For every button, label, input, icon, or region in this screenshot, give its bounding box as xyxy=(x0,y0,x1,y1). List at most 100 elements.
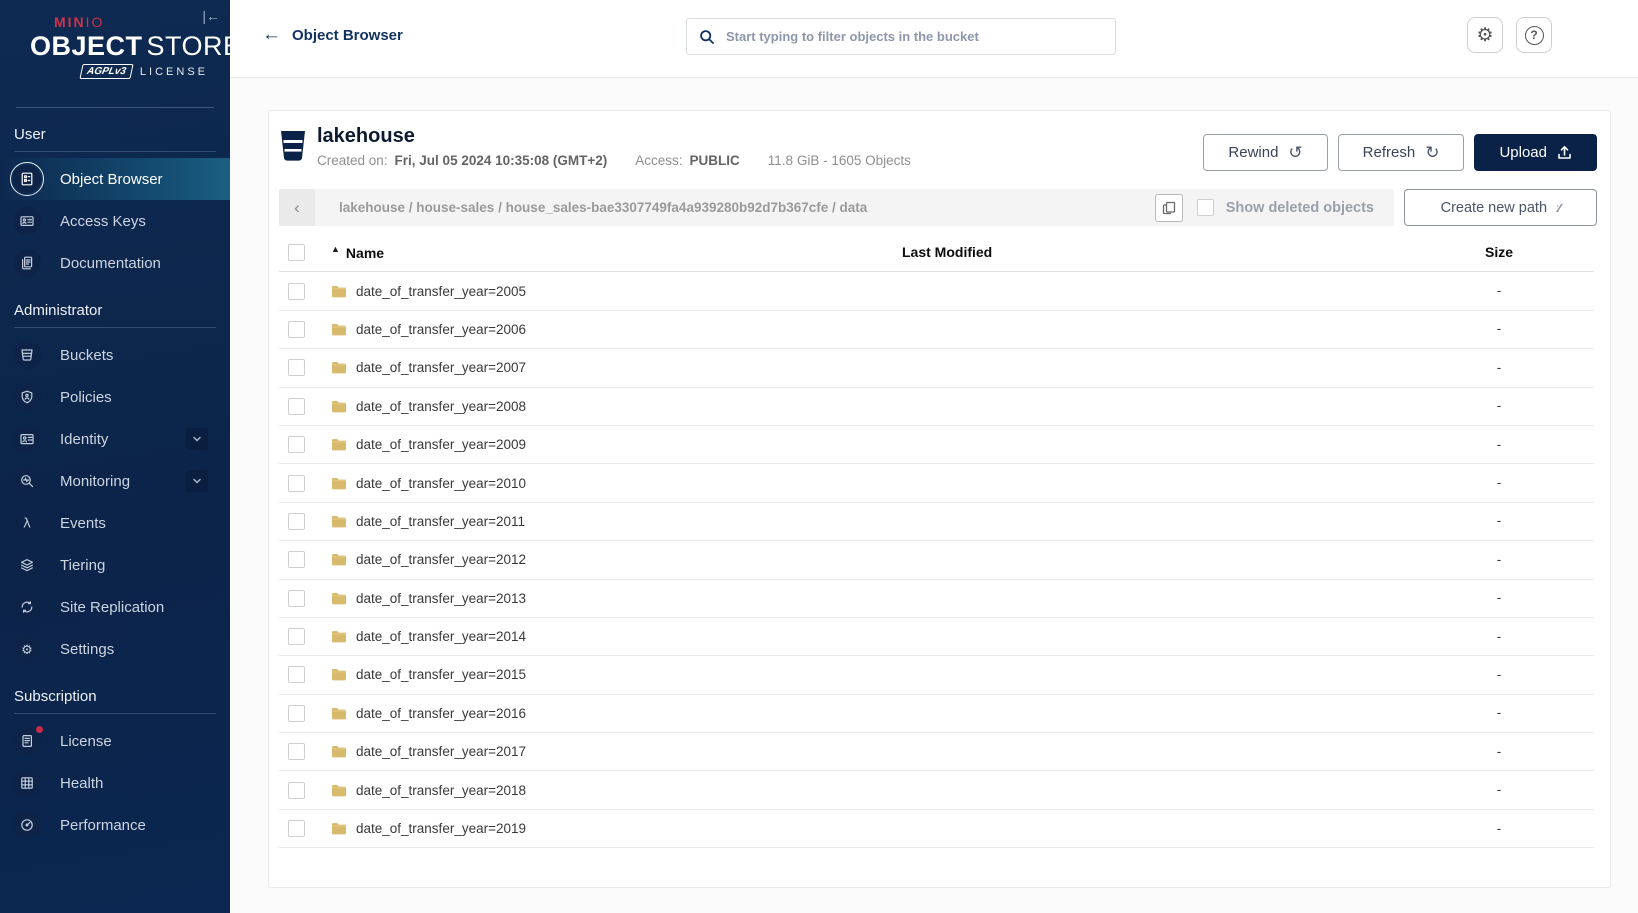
table-row[interactable]: date_of_transfer_year=2019- xyxy=(279,810,1594,848)
row-checkbox[interactable] xyxy=(288,475,305,492)
show-deleted-label: Show deleted objects xyxy=(1226,200,1374,216)
sort-ascending-icon[interactable]: ▲ xyxy=(331,244,340,254)
object-folder-name[interactable]: date_of_transfer_year=2019 xyxy=(356,821,526,836)
size-cell: - xyxy=(1497,398,1502,413)
row-checkbox[interactable] xyxy=(288,628,305,645)
table-row[interactable]: date_of_transfer_year=2009- xyxy=(279,426,1594,464)
sidebar-item-tiering[interactable]: Tiering xyxy=(0,544,230,586)
search-input[interactable] xyxy=(726,29,1103,44)
object-folder-name[interactable]: date_of_transfer_year=2017 xyxy=(356,744,526,759)
sidebar-item-settings[interactable]: ⚙Settings xyxy=(0,628,230,670)
row-checkbox[interactable] xyxy=(288,590,305,607)
table-row[interactable]: date_of_transfer_year=2012- xyxy=(279,541,1594,579)
sidebar-item-events[interactable]: λEvents xyxy=(0,502,230,544)
minio-wordmark: MINIO xyxy=(54,14,212,30)
table-row[interactable]: date_of_transfer_year=2006- xyxy=(279,311,1594,349)
health-icon xyxy=(13,769,41,797)
row-checkbox[interactable] xyxy=(288,321,305,338)
refresh-button[interactable]: Refresh↻ xyxy=(1338,134,1465,171)
table-row[interactable]: date_of_transfer_year=2014- xyxy=(279,618,1594,656)
sidebar-item-site-replication[interactable]: Site Replication xyxy=(0,586,230,628)
table-row[interactable]: date_of_transfer_year=2013- xyxy=(279,580,1594,618)
table-row[interactable]: date_of_transfer_year=2018- xyxy=(279,771,1594,809)
table-body: date_of_transfer_year=2005-date_of_trans… xyxy=(279,272,1594,848)
upload-button[interactable]: Upload xyxy=(1474,134,1597,171)
size-cell: - xyxy=(1497,360,1502,375)
object-folder-name[interactable]: date_of_transfer_year=2011 xyxy=(356,514,525,529)
sidebar-item-documentation[interactable]: Documentation xyxy=(0,242,230,284)
sidebar-item-identity[interactable]: Identity xyxy=(0,418,230,460)
sidebar-item-label: Monitoring xyxy=(60,473,130,490)
sidebar-item-label: Site Replication xyxy=(60,599,164,616)
sidebar-item-object-browser[interactable]: Object Browser xyxy=(0,158,230,200)
sidebar-item-monitoring[interactable]: Monitoring xyxy=(0,460,230,502)
access-label: Access: xyxy=(635,153,682,168)
row-checkbox[interactable] xyxy=(288,551,305,568)
help-button[interactable]: ? xyxy=(1516,17,1552,53)
breadcrumb-back-button[interactable]: ‹ xyxy=(279,189,315,226)
row-checkbox[interactable] xyxy=(288,359,305,376)
select-all-checkbox[interactable] xyxy=(288,244,305,261)
row-checkbox[interactable] xyxy=(288,398,305,415)
chevron-down-icon[interactable] xyxy=(186,470,208,492)
table-row[interactable]: date_of_transfer_year=2005- xyxy=(279,272,1594,310)
sidebar-nav: UserObject BrowserAccess KeysDocumentati… xyxy=(0,108,230,846)
show-deleted-checkbox[interactable] xyxy=(1197,199,1214,216)
object-folder-name[interactable]: date_of_transfer_year=2006 xyxy=(356,322,526,337)
sidebar-item-label: Tiering xyxy=(60,557,105,574)
object-folder-name[interactable]: date_of_transfer_year=2018 xyxy=(356,783,526,798)
back-arrow-icon[interactable]: ← xyxy=(262,24,281,46)
identity-icon xyxy=(13,425,41,453)
table-row[interactable]: date_of_transfer_year=2007 - xyxy=(279,349,1594,387)
sidebar-item-health[interactable]: Health xyxy=(0,762,230,804)
svg-text:λ: λ xyxy=(23,517,31,532)
table-row[interactable]: date_of_transfer_year=2017- xyxy=(279,733,1594,771)
sidebar-item-policies[interactable]: Policies xyxy=(0,376,230,418)
object-folder-name[interactable]: date_of_transfer_year=2013 xyxy=(356,591,526,606)
create-new-path-button[interactable]: Create new path :∕∕ xyxy=(1404,189,1597,226)
folder-icon xyxy=(331,630,347,643)
column-header-name[interactable]: Name xyxy=(346,245,384,261)
row-checkbox[interactable] xyxy=(288,666,305,683)
table-row[interactable]: date_of_transfer_year=2016- xyxy=(279,695,1594,733)
sidebar-item-performance[interactable]: Performance xyxy=(0,804,230,846)
object-folder-name[interactable]: date_of_transfer_year=2008 xyxy=(356,399,526,414)
settings-gear-button[interactable]: ⚙ xyxy=(1467,17,1503,53)
rewind-button[interactable]: Rewind↺ xyxy=(1203,134,1327,171)
row-checkbox[interactable] xyxy=(288,782,305,799)
object-folder-name[interactable]: date_of_transfer_year=2007 xyxy=(356,360,526,375)
object-folder-name[interactable]: date_of_transfer_year=2015 xyxy=(356,667,526,682)
table-row[interactable]: date_of_transfer_year=2015- xyxy=(279,656,1594,694)
chevron-down-icon[interactable] xyxy=(186,428,208,450)
object-folder-name[interactable]: date_of_transfer_year=2009 xyxy=(356,437,526,452)
table-row[interactable]: date_of_transfer_year=2008 - xyxy=(279,388,1594,426)
copy-path-button[interactable] xyxy=(1155,194,1183,222)
object-folder-name[interactable]: date_of_transfer_year=2010 xyxy=(356,476,526,491)
bucket-header: lakehouse Created on: Fri, Jul 05 2024 1… xyxy=(269,111,1610,185)
row-checkbox[interactable] xyxy=(288,513,305,530)
new-path-icon: :∕∕ xyxy=(1556,201,1560,215)
sidebar-item-buckets[interactable]: Buckets xyxy=(0,334,230,376)
folder-icon xyxy=(331,477,347,490)
object-folder-name[interactable]: date_of_transfer_year=2005 xyxy=(356,284,526,299)
column-header-size[interactable]: Size xyxy=(1485,244,1513,260)
object-folder-name[interactable]: date_of_transfer_year=2016 xyxy=(356,706,526,721)
row-checkbox[interactable] xyxy=(288,820,305,837)
sidebar-item-access-keys[interactable]: Access Keys xyxy=(0,200,230,242)
row-checkbox[interactable] xyxy=(288,705,305,722)
created-label: Created on: xyxy=(317,153,388,168)
row-checkbox[interactable] xyxy=(288,743,305,760)
refresh-icon: ↻ xyxy=(1425,143,1439,163)
row-checkbox[interactable] xyxy=(288,436,305,453)
sidebar-item-license[interactable]: License xyxy=(0,720,230,762)
table-row[interactable]: date_of_transfer_year=2010- xyxy=(279,464,1594,502)
folder-icon xyxy=(331,361,347,374)
object-folder-name[interactable]: date_of_transfer_year=2014 xyxy=(356,629,526,644)
object-folder-name[interactable]: date_of_transfer_year=2012 xyxy=(356,552,526,567)
object-filter-searchbox[interactable] xyxy=(686,18,1116,55)
row-checkbox[interactable] xyxy=(288,283,305,300)
table-row[interactable]: date_of_transfer_year=2011- xyxy=(279,503,1594,541)
sidebar-section-divider xyxy=(14,327,216,328)
breadcrumb[interactable]: lakehouse / house-sales / house_sales-ba… xyxy=(339,200,1155,215)
column-header-last-modified[interactable]: Last Modified xyxy=(902,244,992,260)
